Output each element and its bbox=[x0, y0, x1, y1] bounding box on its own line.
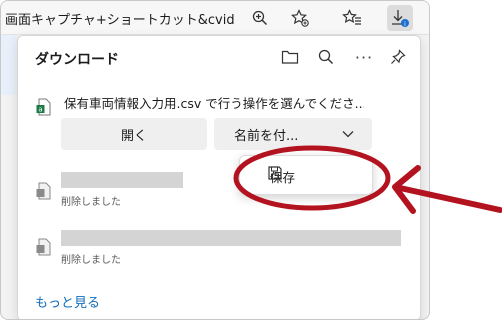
page-background bbox=[1, 35, 17, 95]
open-label: 開く bbox=[120, 128, 147, 144]
save-as-label: 名前を付... bbox=[234, 128, 299, 144]
add-favorite-icon[interactable] bbox=[287, 5, 313, 31]
favorites-icon[interactable] bbox=[339, 5, 365, 31]
browser-window: 画面キャプチャ+ショートカット&cvid... i ダウンロード ··· a 保… bbox=[0, 0, 430, 320]
panel-title: ダウンロード bbox=[35, 52, 119, 68]
download-status: 削除しました bbox=[61, 255, 121, 266]
page-background bbox=[1, 121, 17, 161]
downloads-button[interactable]: i bbox=[387, 5, 413, 31]
save-menu-item[interactable]: 保存 bbox=[244, 160, 370, 192]
chevron-down-icon[interactable] bbox=[340, 126, 356, 146]
save-menu: 保存 bbox=[239, 155, 373, 195]
download-icon: i bbox=[392, 10, 409, 28]
pin-icon[interactable] bbox=[386, 45, 410, 69]
folder-icon[interactable] bbox=[278, 45, 302, 69]
redacted-filename bbox=[61, 172, 183, 188]
address-text[interactable]: 画面キャプチャ+ショートカット&cvid... bbox=[5, 9, 235, 28]
save-icon bbox=[267, 165, 283, 185]
browser-toolbar: 画面キャプチャ+ショートカット&cvid... i bbox=[1, 1, 429, 35]
csv-file-icon: a bbox=[36, 98, 52, 116]
file-icon bbox=[36, 238, 52, 256]
redacted-filename bbox=[61, 230, 401, 246]
save-as-button[interactable]: 名前を付... bbox=[214, 118, 372, 150]
zoom-icon[interactable] bbox=[247, 5, 273, 31]
more-icon[interactable]: ··· bbox=[352, 45, 376, 69]
see-more-link[interactable]: もっと見る bbox=[35, 292, 100, 311]
svg-text:a: a bbox=[38, 106, 42, 114]
download-status: 削除しました bbox=[61, 197, 121, 208]
search-icon[interactable] bbox=[314, 45, 338, 69]
open-button[interactable]: 開く bbox=[61, 118, 207, 150]
download-item-text: 保有車両情報入力用.csv で行う操作を選んでくださ... bbox=[64, 96, 364, 111]
file-icon bbox=[36, 182, 52, 200]
